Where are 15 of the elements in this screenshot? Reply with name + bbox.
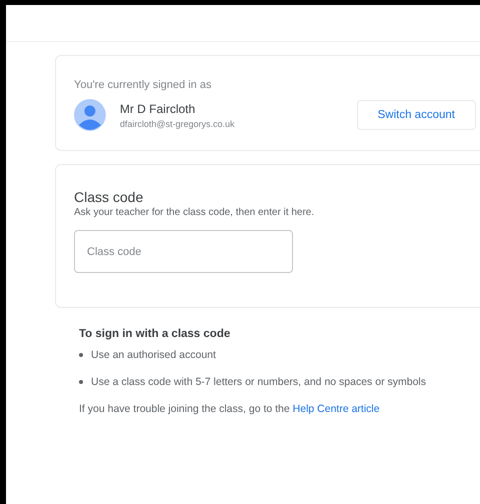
- bullet-text: Use an authorised account: [91, 349, 216, 361]
- help-centre-link[interactable]: Help Centre article: [292, 403, 380, 415]
- bullet-text: Use a class code with 5-7 letters or numbers, and no spaces or symbols: [91, 376, 426, 388]
- help-heading: To sign in with a class code: [79, 328, 232, 340]
- account-name: Mr D Faircloth: [120, 102, 196, 116]
- bullet-icon: [79, 380, 83, 384]
- avatar-icon: [74, 99, 106, 131]
- account-email: dfaircloth@st-gregorys.co.uk: [120, 118, 236, 128]
- switch-account-button[interactable]: Switch account: [356, 100, 476, 130]
- class-code-title: Class code: [74, 189, 144, 205]
- help-sentence: If you have trouble joining the class, go to the Help Centre article: [79, 403, 381, 415]
- bullet-icon: [79, 353, 83, 357]
- class-code-field[interactable]: Class code: [74, 230, 293, 273]
- signed-in-caption: You're currently signed in as: [74, 79, 212, 91]
- class-code-hint: Ask your teacher for the class code, then enter it here.: [74, 207, 316, 218]
